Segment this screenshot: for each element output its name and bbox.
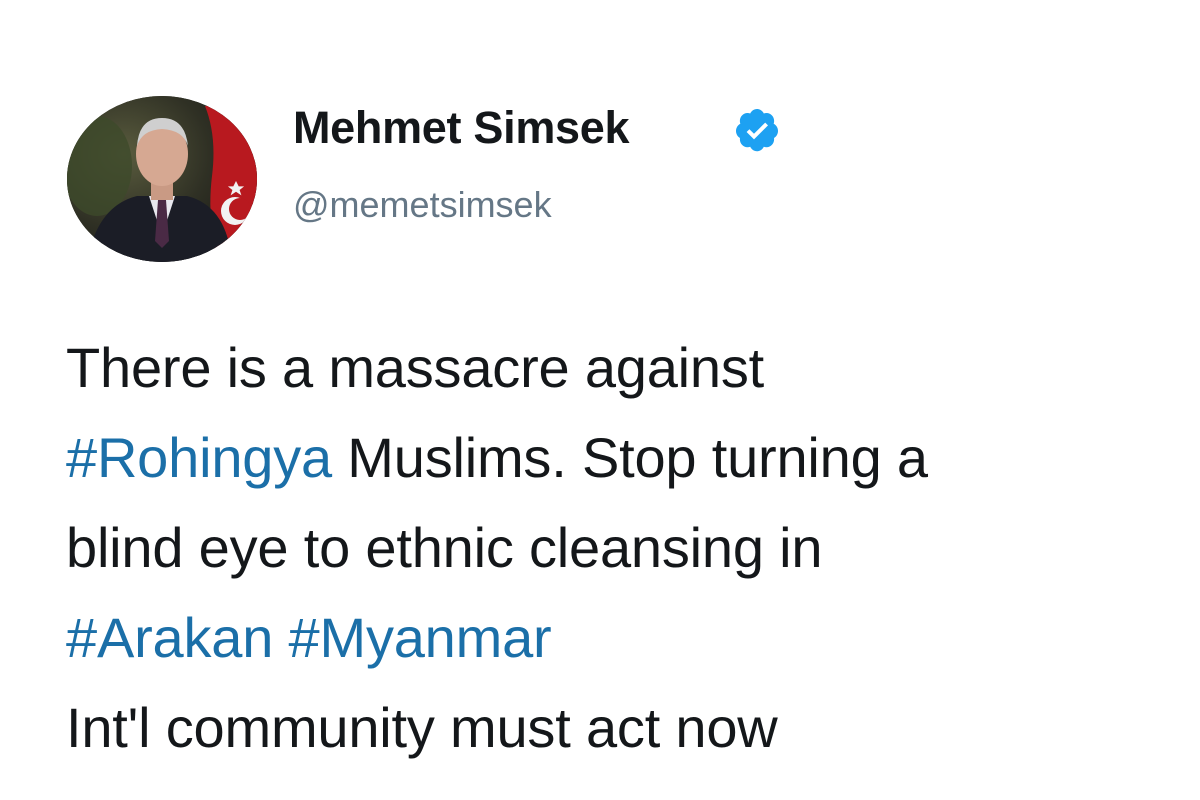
tweet-text-segment: Muslims. Stop turning a: [331, 426, 928, 489]
hashtag-link-rohingya[interactable]: #Rohingya: [66, 426, 332, 489]
tweet-card: Mehmet Simsek @memetsimsek There is a ma…: [0, 0, 1200, 800]
tweet-line: #Rohingya Muslims. Stop turning a: [66, 413, 1186, 503]
tweet-line: Int'l community must act now: [66, 696, 778, 759]
hashtag-link-myanmar[interactable]: #Myanmar: [289, 606, 552, 669]
author-display-name[interactable]: Mehmet Simsek: [293, 102, 630, 154]
verified-badge-icon: [733, 106, 781, 154]
tweet-text: There is a massacre against #Rohingya Mu…: [66, 323, 1186, 773]
hashtag-link-arakan[interactable]: #Arakan: [66, 606, 273, 669]
tweet-line: blind eye to ethnic cleansing in: [66, 516, 823, 579]
tweet-line: There is a massacre against: [66, 336, 765, 399]
tweet-text-segment: [273, 606, 288, 669]
tweet-line: #Arakan #Myanmar: [66, 593, 1186, 683]
author-handle[interactable]: @memetsimsek: [293, 184, 552, 226]
avatar[interactable]: [67, 96, 257, 262]
